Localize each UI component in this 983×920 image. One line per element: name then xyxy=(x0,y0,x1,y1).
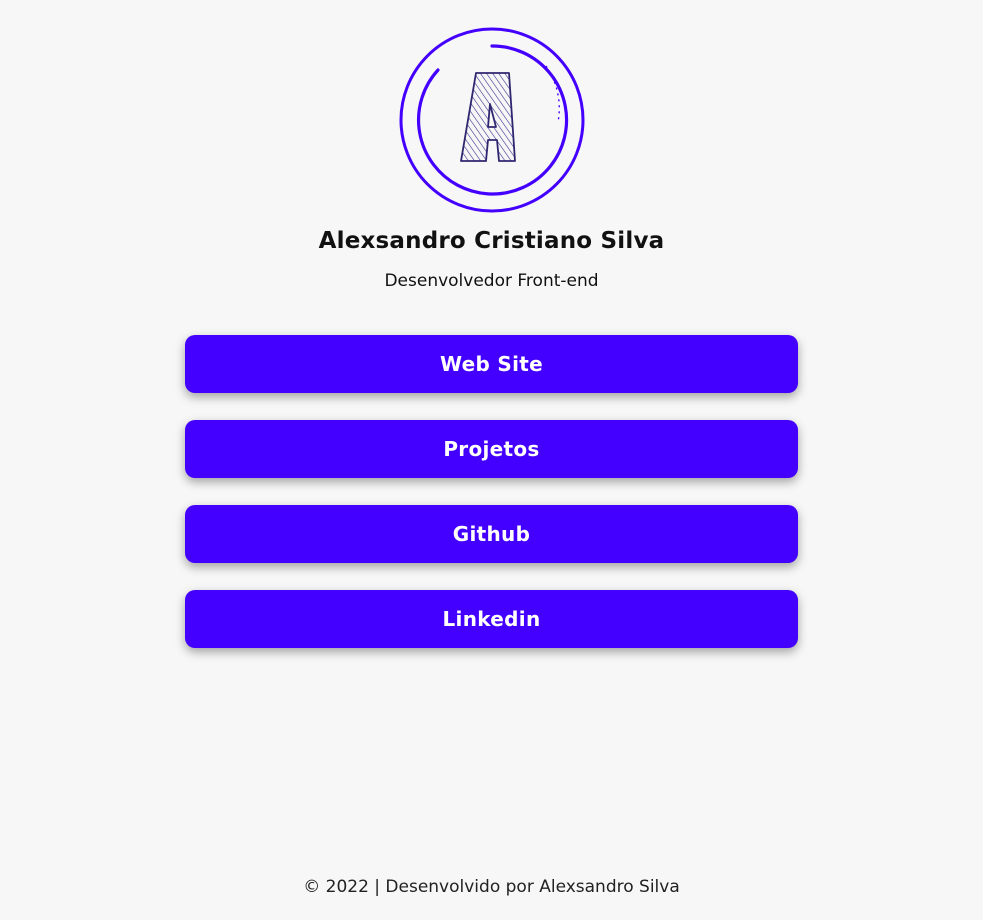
footer-credit: © 2022 | Desenvolvido por Alexsandro Sil… xyxy=(303,877,680,897)
linkedin-link-button[interactable]: Linkedin xyxy=(185,590,798,648)
avatar xyxy=(398,26,586,214)
profile-name: Alexsandro Cristiano Silva xyxy=(318,228,665,254)
profile-role: Desenvolvedor Front-end xyxy=(384,271,599,291)
github-link-button[interactable]: Github xyxy=(185,505,798,563)
linktree-page: Alexsandro Cristiano Silva Desenvolvedor… xyxy=(0,0,983,920)
links-list: Web Site Projetos Github Linkedin xyxy=(185,335,798,675)
projects-link-button[interactable]: Projetos xyxy=(185,420,798,478)
website-link-button[interactable]: Web Site xyxy=(185,335,798,393)
letter-a-logo-icon xyxy=(399,27,585,213)
